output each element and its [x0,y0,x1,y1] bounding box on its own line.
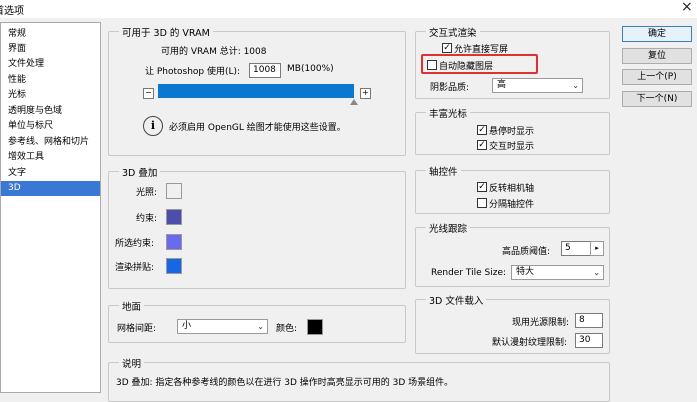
vram-group: 可用于 3D 的 VRAM 可用的 VRAM 总计: 1008 让 Photos… [108,25,406,156]
overlay-selected-label: 所选约束: [115,239,155,249]
vram-let-label: 让 Photoshop 使用(L): [145,67,241,77]
slider-minus-icon[interactable]: − [143,88,154,99]
chevron-down-icon: ⌄ [257,322,264,331]
title-bar: 首选项 × [0,0,697,18]
highlight-box [421,54,538,74]
file-load-title: 3D 文件载入 [426,293,487,307]
tile-size-value: 特大 [516,267,535,277]
ground-group: 地面 网格间距: 小 ⌄ 颜色: [108,299,406,343]
grid-spacing-value: 小 [182,321,192,331]
texture-limit-label: 默认漫射纹理限制: [492,338,568,348]
overlay-selected-swatch[interactable] [166,234,182,250]
invert-camera-label: 反转相机轴 [489,184,535,194]
invert-camera-checkbox[interactable]: ✓ [477,182,487,192]
interactive-render-group: 交互式渲染 ✓ 允许直接写屏 自动隐藏图层 阴影品质: 高 ⌄ [415,25,610,99]
sidebar-item-type[interactable]: 文字 [1,166,100,181]
show-on-hover-label: 悬停时显示 [489,127,535,137]
shadow-quality-select[interactable]: 高 ⌄ [492,78,583,93]
sidebar-item-guides[interactable]: 参考线、网格和切片 [1,135,100,150]
vram-slider-fill [158,84,354,98]
vram-slider-thumb[interactable] [350,99,358,105]
sidebar-item-performance[interactable]: 性能 [1,73,100,88]
light-limit-input[interactable]: 8 [575,313,603,328]
ok-button[interactable]: 确定 [622,26,692,42]
sidebar-item-general[interactable]: 常规 [1,27,100,42]
overlay-light-label: 光照: [136,188,158,198]
threshold-input[interactable]: 5 [561,241,591,256]
texture-limit-input[interactable]: 30 [575,333,603,348]
close-icon[interactable]: × [681,0,693,15]
overlay-tile-swatch[interactable] [166,258,182,274]
raytrace-group: 光线跟踪 高品质阈值: 5 ▸ Render Tile Size: 特大 ⌄ [415,221,610,287]
light-limit-label: 现用光源限制: [512,318,570,328]
next-button[interactable]: 下一个(N) [622,91,692,107]
chevron-down-icon: ⌄ [593,268,600,277]
window-title: 首选项 [0,6,24,17]
sidebar-item-file[interactable]: 文件处理 [1,57,100,72]
tile-size-label: Render Tile Size: [431,268,507,278]
sidebar-item-units[interactable]: 单位与标尺 [1,119,100,134]
shadow-quality-value: 高 [497,80,507,90]
vram-unit-label: MB(100%) [287,64,334,74]
sidebar-item-3d[interactable]: 3D [1,181,100,196]
allow-direct-write-checkbox[interactable]: ✓ [442,43,452,53]
sidebar-item-transparency[interactable]: 透明度与色域 [1,104,100,119]
overlay-group: 3D 叠加 光照: 约束: 所选约束: 渲染拼贴: [108,165,406,289]
rich-cursor-group: 丰富光标 ✓ 悬停时显示 ✓ 交互时显示 [415,106,610,155]
sidebar-item-plugins[interactable]: 增效工具 [1,150,100,165]
info-icon: i [143,116,163,136]
ground-color-label: 颜色: [276,324,298,334]
overlay-tile-label: 渲染拼贴: [115,263,155,273]
vram-amount-input[interactable]: 1008 [249,63,281,78]
raytrace-title: 光线跟踪 [426,221,471,235]
threshold-label: 高品质阈值: [502,247,551,257]
overlay-constraint-swatch[interactable] [166,209,182,225]
ground-color-swatch[interactable] [307,319,323,335]
category-sidebar: 常规 界面 文件处理 性能 光标 透明度与色域 单位与标尺 参考线、网格和切片 … [0,22,101,393]
separate-axis-label: 分隔轴控件 [489,200,535,210]
description-group: 说明 3D 叠加: 指定各种参考线的颜色以在进行 3D 操作时高亮显示可用的 3… [108,356,610,402]
description-title: 说明 [119,356,145,370]
separate-axis-checkbox[interactable] [477,198,487,208]
show-on-interact-label: 交互时显示 [489,142,535,152]
show-on-hover-checkbox[interactable]: ✓ [477,125,487,135]
axis-control-group: 轴控件 ✓ 反转相机轴 分隔轴控件 [415,164,610,214]
overlay-group-title: 3D 叠加 [119,165,161,179]
description-text: 3D 叠加: 指定各种参考线的颜色以在进行 3D 操作时高亮显示可用的 3D 场… [116,378,454,388]
threshold-arrow-icon[interactable]: ▸ [590,241,604,256]
axis-control-title: 轴控件 [426,164,461,178]
overlay-constraint-label: 约束: [136,214,158,224]
overlay-light-swatch[interactable] [166,183,182,199]
interactive-render-title: 交互式渲染 [426,25,480,39]
grid-spacing-select[interactable]: 小 ⌄ [177,319,268,334]
ground-group-title: 地面 [119,299,145,313]
sidebar-item-interface[interactable]: 界面 [1,42,100,57]
show-on-interact-checkbox[interactable]: ✓ [477,140,487,150]
tile-size-select[interactable]: 特大 ⌄ [511,265,604,280]
prev-button[interactable]: 上一个(P) [622,69,692,85]
sidebar-item-cursors[interactable]: 光标 [1,88,100,103]
reset-button[interactable]: 复位 [622,48,692,64]
file-load-group: 3D 文件载入 现用光源限制: 8 默认漫射纹理限制: 30 [415,293,610,354]
shadow-quality-label: 阴影品质: [430,83,470,93]
rich-cursor-title: 丰富光标 [426,106,471,120]
vram-available-label: 可用的 VRAM 总计: 1008 [161,47,267,57]
chevron-down-icon: ⌄ [572,81,579,90]
slider-plus-icon[interactable]: + [360,88,371,99]
vram-slider-track[interactable] [158,84,354,98]
opengl-note: 必须启用 OpenGL 绘图才能使用这些设置。 [169,123,346,133]
grid-spacing-label: 网格间距: [117,324,157,334]
vram-group-title: 可用于 3D 的 VRAM [119,25,213,39]
